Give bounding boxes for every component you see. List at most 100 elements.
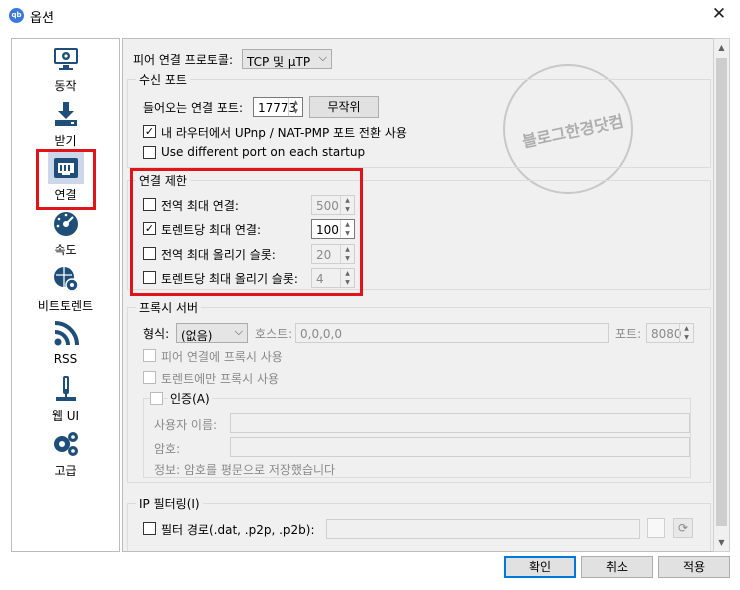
ip-filter-path-input[interactable] — [326, 519, 640, 539]
listening-port-title: 수신 포트 — [136, 71, 190, 88]
browse-file-icon[interactable] — [647, 518, 665, 538]
per-torrent-max-upload-slots-spinbox[interactable]: 4 ▲ ▼ — [311, 268, 355, 288]
proxy-auth-title: 인증(A) — [168, 390, 212, 407]
proxy-port-value: 8080 — [651, 327, 682, 341]
global-max-upload-slots-label: 전역 최대 올리기 슬롯: — [161, 248, 276, 262]
global-max-connections-value: 500 — [316, 199, 339, 213]
global-max-upload-slots-checkbox[interactable] — [143, 247, 156, 260]
proxy-type-label: 형식: — [143, 327, 170, 341]
sidebar-item-advanced[interactable]: 고급 — [12, 428, 119, 479]
scroll-down-icon[interactable]: ▼ — [714, 534, 729, 551]
ip-filter-path-label: 필터 경로(.dat, .p2p, .p2b): — [161, 523, 315, 537]
proxy-password-input[interactable] — [230, 437, 690, 457]
per-torrent-max-connections-value: 100 — [316, 223, 339, 237]
sidebar-item-label: 고급 — [54, 464, 77, 478]
window-title: 옵션 — [30, 11, 54, 26]
sidebar-item-label: 속도 — [54, 243, 77, 257]
port-spinbox[interactable]: 17773 ▲ ▼ — [253, 97, 303, 117]
sidebar-item-connection[interactable]: 연결 — [12, 152, 119, 203]
per-torrent-max-connections-spinbox[interactable]: 100 ▲ ▼ — [311, 219, 355, 239]
connection-limits-title: 연결 제한 — [136, 172, 190, 189]
different-port-label: Use different port on each startup — [161, 145, 366, 159]
spin-arrows-icon[interactable]: ▲ ▼ — [679, 324, 693, 342]
proxy-info-text: 정보: 암호를 평문으로 저장했습니다 — [154, 463, 336, 477]
cancel-button[interactable]: 취소 — [581, 556, 653, 578]
sidebar-item-label: 받기 — [54, 134, 77, 148]
proxy-torrent-only-checkbox[interactable] — [143, 371, 156, 384]
per-torrent-max-upload-slots-checkbox[interactable] — [143, 271, 156, 284]
title-bar: qb 옵션 ✕ — [0, 0, 740, 30]
monitor-gear-icon — [53, 48, 78, 70]
sidebar-item-label: 동작 — [54, 79, 77, 93]
random-port-button[interactable]: 무작위 — [309, 96, 379, 118]
proxy-type-select[interactable]: (없음) ⌵ — [176, 323, 248, 343]
speedometer-icon — [53, 212, 78, 236]
scroll-up-icon[interactable]: ▲ — [714, 39, 729, 56]
sidebar-item-label: 연결 — [54, 188, 77, 202]
proxy-password-label: 암호: — [154, 442, 181, 456]
proxy-server-title: 프록시 서버 — [136, 299, 202, 316]
ip-filter-checkbox[interactable] — [143, 522, 156, 535]
sidebar-item-speed[interactable]: 속도 — [12, 207, 119, 258]
proxy-host-input[interactable]: 0,0,0,0 — [295, 323, 609, 343]
spin-arrows-icon[interactable]: ▲ ▼ — [340, 220, 354, 238]
close-button[interactable]: ✕ — [704, 2, 734, 26]
sidebar-item-behavior[interactable]: 동작 — [12, 43, 119, 94]
sidebar-item-label: 비트토렌트 — [37, 299, 94, 313]
protocol-select[interactable]: TCP 및 µTP ⌵ — [242, 49, 332, 69]
proxy-auth-group: 인증(A) 사용자 이름: 암호: 정보: 암호를 평문으로 저장했습니다 — [143, 390, 691, 478]
sidebar-item-rss[interactable]: RSS — [12, 318, 119, 366]
spin-arrows-icon[interactable]: ▲ ▼ — [340, 269, 354, 287]
upnp-label: 내 라우터에서 UPnp / NAT-PMP 포트 전환 사용 — [161, 126, 407, 140]
per-torrent-max-upload-slots-label: 토렌트당 최대 올리기 슬롯: — [161, 272, 298, 286]
proxy-peer-label: 피어 연결에 프록시 사용 — [161, 350, 283, 364]
sidebar-item-label: 웹 UI — [51, 409, 80, 423]
ip-filter-title: IP 필터링(I) — [136, 495, 203, 512]
vertical-scrollbar[interactable]: ▲ ▼ — [713, 38, 730, 552]
sidebar-item-bittorrent[interactable]: 비트토렌트 — [12, 263, 119, 314]
global-max-upload-slots-spinbox[interactable]: 20 ▲ ▼ — [311, 244, 355, 264]
chevron-down-icon: ⌵ — [318, 51, 327, 64]
proxy-port-label: 포트: — [615, 327, 642, 341]
sidebar-item-webui[interactable]: 웹 UI — [12, 373, 119, 424]
port-label: 들어오는 연결 포트: — [143, 101, 243, 115]
proxy-username-input[interactable] — [230, 413, 690, 433]
web-ui-icon — [55, 376, 76, 401]
per-torrent-max-upload-slots-value: 4 — [316, 272, 324, 286]
proxy-peer-checkbox[interactable] — [143, 349, 156, 362]
apply-button[interactable]: 적용 — [658, 556, 730, 578]
global-max-connections-checkbox[interactable] — [143, 198, 156, 211]
different-port-checkbox[interactable] — [143, 146, 156, 159]
sidebar-item-downloads[interactable]: 받기 — [12, 98, 119, 149]
scrollbar-thumb[interactable] — [716, 58, 727, 526]
proxy-port-spinbox[interactable]: 8080 ▲ ▼ — [646, 323, 694, 343]
spin-arrows-icon[interactable]: ▲ ▼ — [340, 196, 354, 214]
spin-arrows-icon[interactable]: ▲ ▼ — [340, 245, 354, 263]
sidebar-item-label: RSS — [53, 352, 78, 366]
connection-settings-panel: 피어 연결 프로토콜: TCP 및 µTP ⌵ 블로그한경닷컴 수신 포트 들어… — [122, 38, 714, 552]
ip-filter-group: IP 필터링(I) 필터 경로(.dat, .p2p, .p2b): ⟳ — [127, 495, 711, 551]
per-torrent-max-connections-checkbox[interactable]: ✓ — [143, 222, 156, 235]
reload-icon[interactable]: ⟳ — [673, 518, 693, 538]
app-logo-icon: qb — [9, 8, 24, 23]
proxy-host-value: 0,0,0,0 — [300, 327, 342, 341]
proxy-username-label: 사용자 이름: — [154, 418, 218, 432]
global-max-connections-spinbox[interactable]: 500 ▲ ▼ — [311, 195, 355, 215]
upnp-checkbox[interactable]: ✓ — [143, 125, 156, 138]
connection-limits-group: 연결 제한 전역 최대 연결: 500 ▲ ▼ ✓ 토렌트당 최대 연결: 100… — [127, 172, 711, 290]
spin-arrows-icon[interactable]: ▲ ▼ — [288, 98, 302, 116]
download-icon — [54, 102, 77, 126]
proxy-host-label: 호스트: — [255, 327, 293, 341]
per-torrent-max-connections-label: 토렌트당 최대 연결: — [161, 223, 261, 237]
proxy-server-group: 프록시 서버 형식: (없음) ⌵ 호스트: 0,0,0,0 포트: 8080 … — [127, 299, 711, 483]
global-max-connections-label: 전역 최대 연결: — [161, 199, 239, 213]
ok-button[interactable]: 확인 — [504, 556, 576, 578]
rss-icon — [54, 321, 79, 346]
options-sidebar: 동작 받기 연결 속도 비트토렌트 RSS 웹 UI 고급 — [11, 38, 120, 552]
proxy-auth-checkbox[interactable] — [150, 392, 163, 405]
network-icon — [53, 158, 78, 178]
protocol-label: 피어 연결 프로토콜: — [133, 53, 233, 67]
globe-gear-icon — [53, 267, 79, 292]
gears-icon — [53, 432, 78, 456]
chevron-down-icon: ⌵ — [234, 325, 243, 338]
